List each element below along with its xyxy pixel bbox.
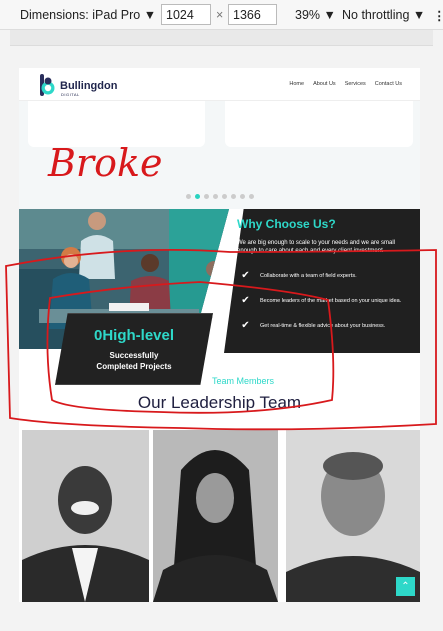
team-kicker: Team Members bbox=[212, 376, 275, 386]
carousel-dot[interactable] bbox=[186, 194, 191, 199]
stat-number: 0High-level bbox=[56, 327, 212, 344]
height-input[interactable] bbox=[228, 4, 277, 25]
feature-item: ✔ Become leaders of the market based on … bbox=[240, 295, 401, 306]
brand-name[interactable]: Bullingdon bbox=[60, 80, 117, 92]
feature-text: Become leaders of the market based on yo… bbox=[260, 297, 402, 304]
throttling-label: No throttling bbox=[342, 8, 410, 22]
feature-item: ✔ Collaborate with a team of field exper… bbox=[240, 270, 357, 281]
zoom-select[interactable]: 39% ▼ bbox=[295, 8, 336, 22]
main-nav: Home About Us Services Contact Us bbox=[289, 81, 402, 87]
throttling-select[interactable]: No throttling ▼ bbox=[342, 8, 425, 22]
zoom-label: 39% bbox=[295, 8, 321, 22]
team-heading: Our Leadership Team bbox=[137, 393, 302, 412]
back-to-top-button[interactable]: ⌃ bbox=[396, 577, 415, 596]
brand-logo-icon bbox=[40, 74, 55, 96]
site-header: Bullingdon DIGITAL Home About Us Service… bbox=[19, 68, 420, 101]
team-member-photo[interactable] bbox=[22, 430, 149, 602]
carousel-dot[interactable] bbox=[222, 194, 227, 199]
width-input[interactable] bbox=[161, 4, 211, 25]
devtools-toolbar: Dimensions: iPad Pro ▼ × 39% ▼ No thrott… bbox=[0, 0, 443, 30]
carousel-card[interactable] bbox=[28, 101, 205, 147]
media-query-ruler bbox=[10, 30, 433, 46]
brand-subtitle: DIGITAL bbox=[61, 92, 80, 97]
throttling-caret-icon: ▼ bbox=[412, 8, 426, 22]
hero-carousel bbox=[19, 101, 420, 209]
stat-label-line2: Completed Projects bbox=[96, 362, 172, 371]
zoom-caret-icon: ▼ bbox=[323, 8, 336, 22]
carousel-dot[interactable] bbox=[195, 194, 200, 199]
why-title: Why Choose Us? bbox=[237, 217, 336, 231]
feature-text: Collaborate with a team of field experts… bbox=[260, 272, 357, 279]
emulated-viewport: Bullingdon DIGITAL Home About Us Service… bbox=[19, 68, 420, 602]
dimensions-caret-icon: ▼ bbox=[143, 8, 157, 22]
carousel-dot[interactable] bbox=[213, 194, 218, 199]
check-icon: ✔ bbox=[241, 320, 250, 331]
feature-item: ✔ Get real-time & flexible advice about … bbox=[240, 320, 385, 331]
carousel-dot[interactable] bbox=[231, 194, 236, 199]
nav-link-home[interactable]: Home bbox=[289, 81, 304, 87]
stat-label-line1: Successfully bbox=[109, 351, 159, 360]
stat-suffix: High-level bbox=[102, 327, 175, 344]
nav-link-about[interactable]: About Us bbox=[313, 81, 336, 87]
carousel-dot[interactable] bbox=[249, 194, 254, 199]
check-icon: ✔ bbox=[241, 295, 250, 306]
dimensions-select[interactable]: Dimensions: iPad Pro ▼ bbox=[20, 8, 156, 22]
carousel-dot[interactable] bbox=[240, 194, 245, 199]
nav-link-contact[interactable]: Contact Us bbox=[375, 81, 402, 87]
team-member-photo[interactable] bbox=[153, 430, 278, 602]
nav-link-services[interactable]: Services bbox=[345, 81, 366, 87]
dimensions-label: Dimensions: iPad Pro bbox=[20, 8, 141, 22]
man-portrait bbox=[22, 430, 149, 602]
projects-stat-card: 0High-level Successfully Completed Proje… bbox=[55, 313, 213, 385]
why-intro: We are big enough to scale to your needs… bbox=[237, 240, 395, 254]
carousel-dot[interactable] bbox=[204, 194, 209, 199]
carousel-dots bbox=[186, 194, 254, 199]
more-options-icon[interactable]: ⋮ bbox=[433, 8, 443, 23]
times-symbol: × bbox=[216, 8, 224, 22]
check-icon: ✔ bbox=[241, 270, 250, 281]
woman-portrait bbox=[153, 430, 278, 602]
carousel-card[interactable] bbox=[225, 101, 413, 147]
feature-text: Get real-time & flexible advice about yo… bbox=[260, 322, 386, 329]
